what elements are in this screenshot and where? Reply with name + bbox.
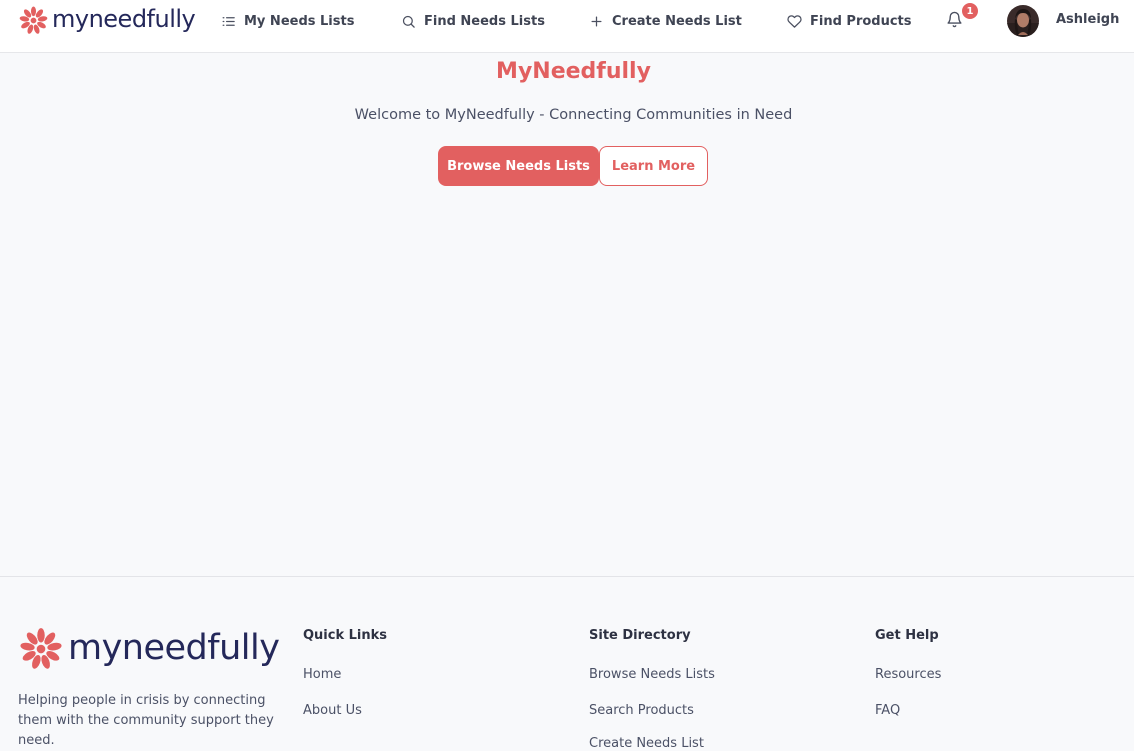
page-subtitle: Welcome to MyNeedfully - Connecting Comm… bbox=[354, 107, 793, 123]
learn-more-button[interactable]: Learn More bbox=[599, 146, 708, 186]
footer-link-faq[interactable]: FAQ bbox=[875, 703, 900, 718]
heart-icon bbox=[787, 14, 802, 28]
footer-link-home[interactable]: Home bbox=[303, 667, 341, 682]
footer-column-quick-links: Quick Links Home About Us bbox=[303, 628, 388, 718]
nav-item-label: Find Products bbox=[810, 13, 912, 29]
nav-item-label: Create Needs List bbox=[612, 13, 742, 29]
footer-column-title: Site Directory bbox=[589, 628, 691, 643]
footer-brand-logo[interactable]: myneedfully bbox=[18, 626, 280, 672]
footer-link-create-needs-list[interactable]: Create Needs List bbox=[589, 736, 704, 751]
footer-column-title: Get Help bbox=[875, 628, 939, 643]
search-icon bbox=[402, 15, 415, 28]
footer-column-title: Quick Links bbox=[303, 628, 388, 643]
user-avatar[interactable] bbox=[1007, 5, 1039, 37]
footer-logo-text: myneedfully bbox=[68, 627, 280, 668]
footer-link-about-us[interactable]: About Us bbox=[303, 703, 362, 718]
list-icon bbox=[222, 16, 235, 26]
footer-column-get-help: Get Help Resources FAQ bbox=[875, 628, 941, 718]
top-navbar: myneedfully My Needs Lists Find Needs Li… bbox=[0, 0, 1134, 53]
plus-icon bbox=[591, 16, 602, 26]
footer-link-browse-needs-lists[interactable]: Browse Needs Lists bbox=[589, 667, 715, 682]
nav-create-needs-list[interactable]: Create Needs List bbox=[589, 11, 742, 31]
nav-my-needs-lists[interactable]: My Needs Lists bbox=[221, 11, 354, 31]
nav-find-products[interactable]: Find Products bbox=[787, 11, 912, 31]
avatar-image bbox=[1007, 5, 1039, 37]
notifications-button[interactable]: 1 bbox=[946, 1, 980, 31]
footer-tagline: Helping people in crisis by connecting t… bbox=[18, 693, 274, 748]
site-footer: myneedfully Helping people in crisis by … bbox=[0, 576, 1134, 751]
logo-text: myneedfully bbox=[52, 5, 196, 33]
flower-logo-icon bbox=[20, 628, 62, 669]
nav-find-needs-lists[interactable]: Find Needs Lists bbox=[401, 11, 545, 31]
footer-link-search-products[interactable]: Search Products bbox=[589, 703, 694, 718]
footer-link-resources[interactable]: Resources bbox=[875, 667, 941, 682]
nav-item-label: Find Needs Lists bbox=[424, 13, 545, 29]
flower-logo-icon bbox=[19, 5, 48, 34]
nav-item-label: My Needs Lists bbox=[244, 13, 355, 29]
brand-logo[interactable]: myneedfully bbox=[18, 4, 196, 36]
page-title: MyNeedfully bbox=[496, 59, 651, 84]
user-name-menu[interactable]: Ashleigh bbox=[1056, 12, 1119, 27]
browse-needs-lists-button[interactable]: Browse Needs Lists bbox=[438, 146, 599, 186]
notification-count-badge: 1 bbox=[960, 1, 980, 21]
footer-column-site-directory: Site Directory Browse Needs Lists Search… bbox=[589, 628, 715, 751]
